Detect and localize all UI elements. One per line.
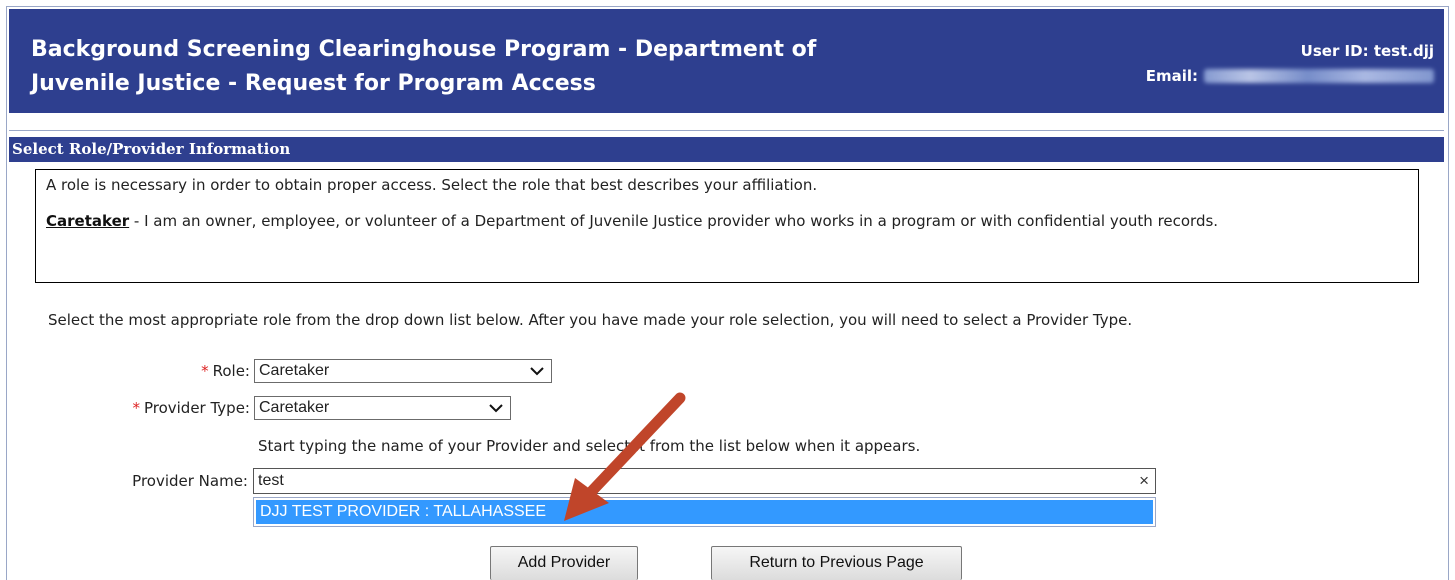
required-marker: * bbox=[201, 362, 209, 380]
role-description-text: - I am an owner, employee, or volunteer … bbox=[129, 212, 1219, 230]
email-line: Email: bbox=[1146, 67, 1434, 85]
role-label: Role: bbox=[212, 362, 250, 380]
section-title: Select Role/Provider Information bbox=[9, 137, 1444, 162]
user-id-value: test.djj bbox=[1373, 42, 1434, 60]
role-info-intro: A role is necessary in order to obtain p… bbox=[46, 176, 818, 194]
provider-type-select-value: Caretaker bbox=[259, 399, 330, 416]
provider-name-input[interactable]: test × bbox=[253, 468, 1156, 494]
provider-type-label-wrap: * Provider Type: bbox=[80, 399, 250, 417]
role-select-value: Caretaker bbox=[259, 362, 330, 379]
chevron-down-icon bbox=[489, 404, 503, 413]
page-title: Background Screening Clearinghouse Progr… bbox=[31, 37, 817, 96]
provider-name-label: Provider Name: bbox=[132, 472, 248, 490]
clear-icon[interactable]: × bbox=[1139, 469, 1149, 493]
required-marker: * bbox=[132, 399, 140, 417]
email-value-redacted bbox=[1204, 69, 1434, 83]
provider-type-label: Provider Type: bbox=[143, 399, 250, 417]
role-description: Caretaker - I am an owner, employee, or … bbox=[46, 210, 1408, 232]
add-provider-button[interactable]: Add Provider bbox=[490, 546, 638, 580]
user-id-line: User ID: test.djj bbox=[1301, 42, 1434, 60]
provider-suggestion-list: DJJ TEST PROVIDER : TALLAHASSEE bbox=[253, 497, 1156, 527]
chevron-down-icon bbox=[530, 367, 544, 376]
role-name-link[interactable]: Caretaker bbox=[46, 212, 129, 230]
role-info-box: A role is necessary in order to obtain p… bbox=[35, 169, 1419, 283]
provider-suggestion-item[interactable]: DJJ TEST PROVIDER : TALLAHASSEE bbox=[256, 500, 1153, 524]
provider-name-value: test bbox=[258, 472, 284, 489]
role-label-wrap: * Role: bbox=[140, 362, 250, 380]
header-divider bbox=[9, 130, 1444, 131]
email-label: Email: bbox=[1145, 67, 1198, 85]
provider-name-hint: Start typing the name of your Provider a… bbox=[258, 437, 921, 455]
role-select[interactable]: Caretaker bbox=[254, 359, 552, 383]
return-previous-button[interactable]: Return to Previous Page bbox=[711, 546, 962, 580]
provider-type-select[interactable]: Caretaker bbox=[254, 396, 511, 420]
user-id-label: User ID: bbox=[1300, 42, 1369, 60]
role-instruction: Select the most appropriate role from th… bbox=[48, 311, 1133, 329]
page-header: Background Screening Clearinghouse Progr… bbox=[9, 9, 1444, 113]
